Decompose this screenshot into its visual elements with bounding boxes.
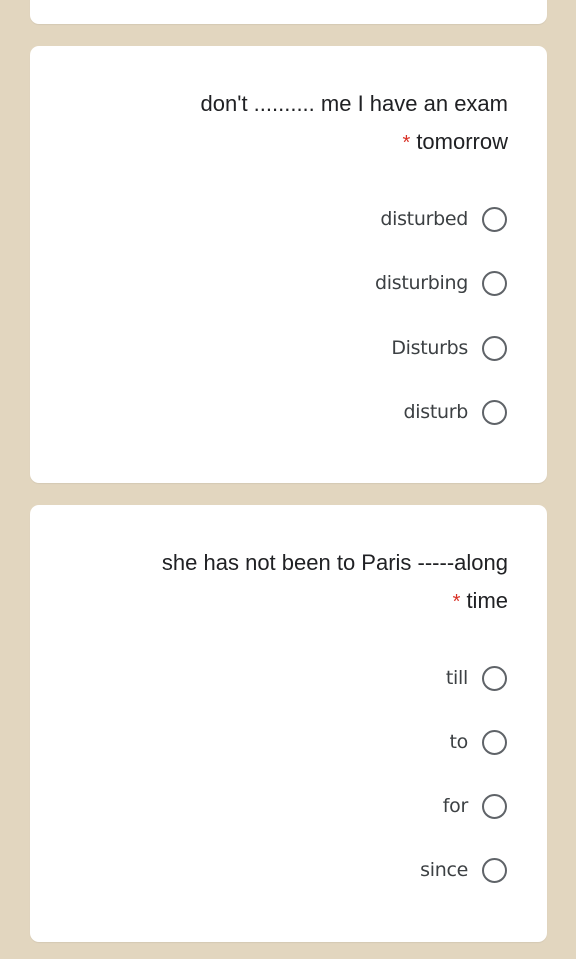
question-2-title-line-1: she has not been to Paris -----along	[161, 550, 508, 575]
option-label: since	[420, 859, 468, 881]
required-asterisk: *	[402, 132, 411, 154]
option-label: for	[442, 795, 469, 817]
option-label: till	[445, 667, 468, 689]
radio-button[interactable]	[482, 857, 507, 883]
option-disturbing[interactable]: disturbing	[375, 268, 507, 298]
radio-button[interactable]	[482, 206, 507, 232]
option-for[interactable]: for	[443, 791, 507, 821]
question-card-2: she has not been to Paris -----along * ti…	[30, 505, 547, 942]
option-disturb[interactable]: disturb	[403, 397, 507, 427]
question-1-title-text: tomorrow	[416, 129, 508, 154]
radio-button[interactable]	[482, 270, 507, 296]
question-1-title-line-1: don't .......... me I have an exam	[200, 91, 508, 116]
required-asterisk: *	[452, 591, 461, 613]
option-label: disturbed	[380, 208, 468, 230]
question-2-title-line-2: * time	[453, 582, 508, 621]
option-label: Disturbs	[391, 337, 468, 359]
question-2-title-text: time	[466, 588, 508, 613]
radio-button[interactable]	[482, 729, 507, 755]
option-till[interactable]: till	[446, 663, 507, 693]
option-to[interactable]: to	[450, 727, 507, 757]
radio-button[interactable]	[482, 399, 507, 425]
option-label: disturb	[403, 401, 468, 423]
radio-button[interactable]	[482, 335, 507, 361]
option-disturbs[interactable]: Disturbs	[391, 333, 507, 363]
radio-button[interactable]	[482, 793, 507, 819]
option-since[interactable]: since	[420, 855, 507, 885]
radio-button[interactable]	[482, 665, 507, 691]
option-label: disturbing	[375, 272, 468, 294]
option-disturbed[interactable]: disturbed	[380, 204, 507, 234]
question-1-title-line-2: * tomorrow	[403, 123, 508, 162]
option-label: to	[449, 731, 469, 753]
question-card-1: don't .......... me I have an exam * tomo…	[30, 46, 547, 483]
previous-question-card	[30, 0, 547, 24]
